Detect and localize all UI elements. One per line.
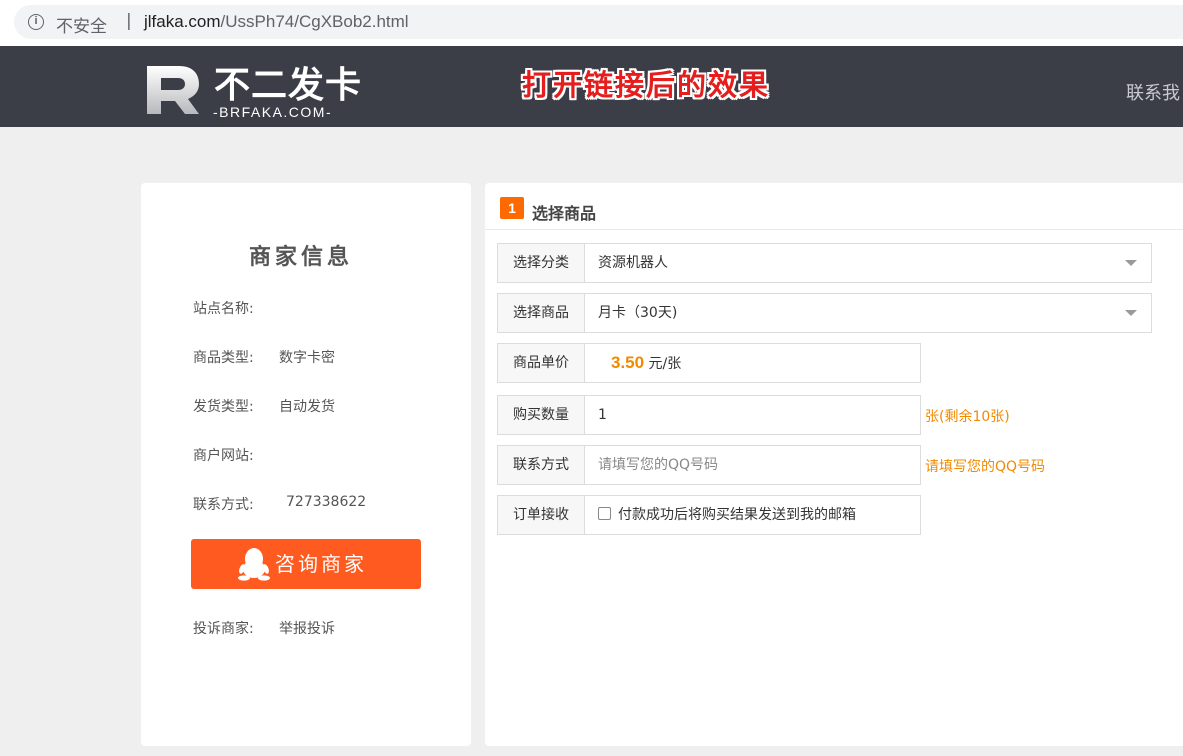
- step-number-badge: 1: [500, 197, 524, 219]
- chevron-down-icon: [1125, 310, 1137, 316]
- quantity-label: 购买数量: [498, 396, 585, 434]
- omnibox[interactable]: i 不安全 | jlfaka.com/UssPh74/CgXBob2.html: [14, 5, 1183, 39]
- category-select[interactable]: 选择分类 资源机器人: [497, 243, 1152, 283]
- logo-subtext: -BRFAKA.COM-: [213, 104, 333, 120]
- product-value: 月卡（30天): [598, 305, 678, 321]
- product-select[interactable]: 选择商品 月卡（30天): [497, 293, 1152, 333]
- consult-merchant-button[interactable]: 咨询商家: [191, 539, 421, 589]
- order-receive-field: 订单接收 付款成功后将购买结果发送到我的邮箱: [497, 495, 921, 535]
- merchant-website-row: 商户网站:: [193, 445, 254, 465]
- step-title: 选择商品: [532, 204, 597, 223]
- unit-price-value: 3.50 元/张: [611, 344, 681, 383]
- merchant-contact-row: 联系方式: 727338622: [193, 494, 366, 514]
- quantity-field: 购买数量 1: [497, 395, 921, 435]
- merchant-contact-value: 727338622: [286, 494, 367, 510]
- consult-merchant-label: 咨询商家: [275, 552, 367, 576]
- merchant-contact-label: 联系方式:: [193, 497, 254, 513]
- complaint-label: 投诉商家:: [193, 621, 254, 637]
- contact-us-link[interactable]: 联系我: [1126, 79, 1180, 105]
- contact-hint: 请填写您的QQ号码: [925, 459, 1046, 475]
- report-complaint-link[interactable]: 举报投诉: [279, 618, 335, 638]
- contact-input[interactable]: 请填写您的QQ号码: [598, 446, 918, 484]
- product-type-label: 商品类型:: [193, 350, 254, 366]
- merchant-info-title: 商家信息: [248, 245, 353, 270]
- price-unit: 元/张: [648, 356, 682, 372]
- address-separator: |: [126, 11, 132, 31]
- unit-price-label: 商品单价: [498, 344, 585, 382]
- site-name-row: 站点名称:: [193, 298, 254, 318]
- delivery-type-value: 自动发货: [279, 399, 335, 415]
- product-type-value: 数字卡密: [279, 350, 335, 366]
- product-label: 选择商品: [498, 294, 585, 332]
- category-value: 资源机器人: [598, 255, 668, 271]
- panel-header: 1 选择商品: [485, 183, 1183, 230]
- annotation-banner: 打开链接后的效果: [522, 68, 771, 102]
- contact-label: 联系方式: [498, 446, 585, 484]
- email-result-checkbox[interactable]: [598, 507, 611, 520]
- site-name-label: 站点名称:: [193, 301, 254, 317]
- browser-address-bar: i 不安全 | jlfaka.com/UssPh74/CgXBob2.html: [0, 0, 1183, 46]
- order-receive-label: 订单接收: [498, 496, 585, 534]
- logo-icon[interactable]: [141, 60, 205, 118]
- stock-hint: 张(剩余10张): [925, 409, 1010, 425]
- logo-text[interactable]: 不二发卡: [214, 56, 362, 108]
- delivery-type-row: 发货类型: 自动发货: [193, 396, 335, 416]
- url-host: jlfaka.com: [144, 12, 221, 31]
- quantity-input[interactable]: 1: [598, 396, 918, 434]
- merchant-website-label: 商户网站:: [193, 448, 254, 464]
- security-label[interactable]: 不安全: [56, 12, 107, 37]
- url-path: /UssPh74/CgXBob2.html: [220, 12, 409, 31]
- price-amount: 3.50: [611, 353, 645, 372]
- info-icon[interactable]: i: [28, 14, 44, 30]
- url-text[interactable]: jlfaka.com/UssPh74/CgXBob2.html: [144, 12, 409, 32]
- qq-penguin-icon: [238, 548, 270, 581]
- merchant-info-card: 商家信息 站点名称: 商品类型: 数字卡密 发货类型: 自动发货 商户网站: 联…: [141, 183, 471, 746]
- category-label: 选择分类: [498, 244, 585, 282]
- email-result-checkbox-label: 付款成功后将购买结果发送到我的邮箱: [618, 507, 856, 523]
- delivery-type-label: 发货类型:: [193, 399, 254, 415]
- product-type-row: 商品类型: 数字卡密: [193, 347, 335, 367]
- chevron-down-icon: [1125, 260, 1137, 266]
- unit-price-field: 商品单价 3.50 元/张: [497, 343, 921, 383]
- complaint-row: 投诉商家: 举报投诉: [193, 618, 335, 638]
- email-result-option[interactable]: 付款成功后将购买结果发送到我的邮箱: [598, 496, 856, 534]
- site-header: 不二发卡 -BRFAKA.COM- 打开链接后的效果 联系我: [0, 46, 1183, 127]
- product-selection-panel: 1 选择商品 选择分类 资源机器人 选择商品 月卡（30天) 商品单价 3.50…: [485, 183, 1183, 746]
- contact-field: 联系方式 请填写您的QQ号码: [497, 445, 921, 485]
